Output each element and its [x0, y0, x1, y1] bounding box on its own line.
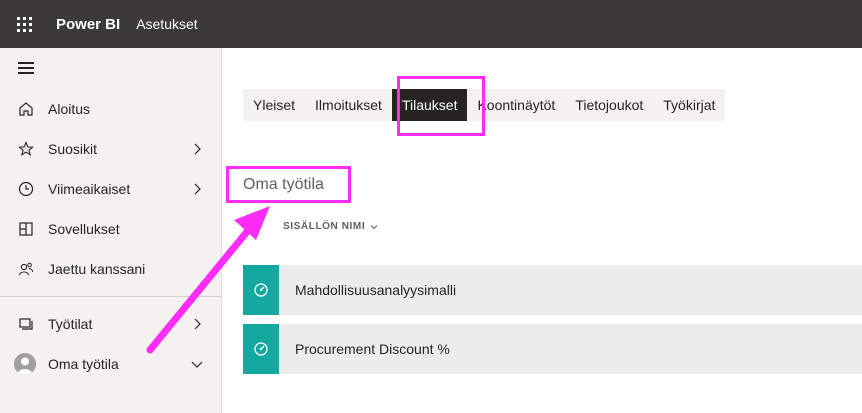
annotation-arrow [146, 206, 270, 354]
